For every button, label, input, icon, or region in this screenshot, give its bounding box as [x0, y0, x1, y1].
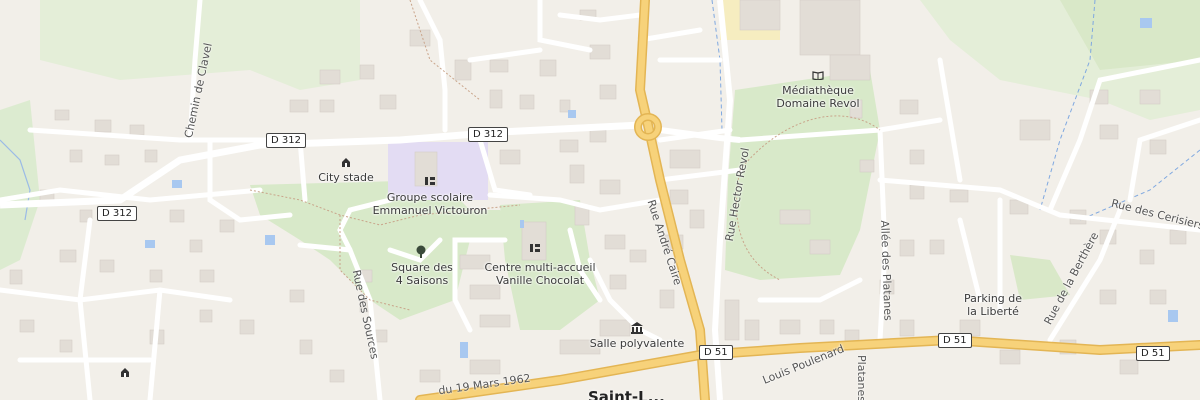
place-label-mediatheque[interactable]: Médiathèque Domaine Revol	[762, 84, 874, 110]
map-canvas[interactable]: D 312 D 312 D 312 D 51 D 51 D 51 Chemin …	[0, 0, 1200, 400]
route-shield-d312: D 312	[266, 133, 306, 148]
place-label-centre-multi-accueil[interactable]: Centre multi-accueil Vanille Chocolat	[470, 261, 610, 287]
route-shield-d312: D 312	[97, 206, 137, 221]
place-label-city-stade[interactable]: City stade	[296, 171, 396, 184]
town-label[interactable]: Saint-L...	[588, 388, 665, 400]
route-shield-d51: D 51	[938, 333, 972, 348]
route-shield-d312: D 312	[468, 127, 508, 142]
grass-west	[0, 100, 40, 270]
place-label-square[interactable]: Square des 4 Saisons	[372, 261, 472, 287]
place-label-groupe-scolaire[interactable]: Groupe scolaire Emmanuel Victouron	[360, 191, 500, 217]
route-shield-d51: D 51	[1136, 346, 1170, 361]
route-shield-d51: D 51	[699, 345, 733, 360]
street-label-platanes: Platanes	[854, 355, 868, 400]
place-label-salle-polyvalente[interactable]: Salle polyvalente	[582, 337, 692, 350]
place-label-parking-liberte[interactable]: Parking de la Liberté	[945, 292, 1041, 318]
